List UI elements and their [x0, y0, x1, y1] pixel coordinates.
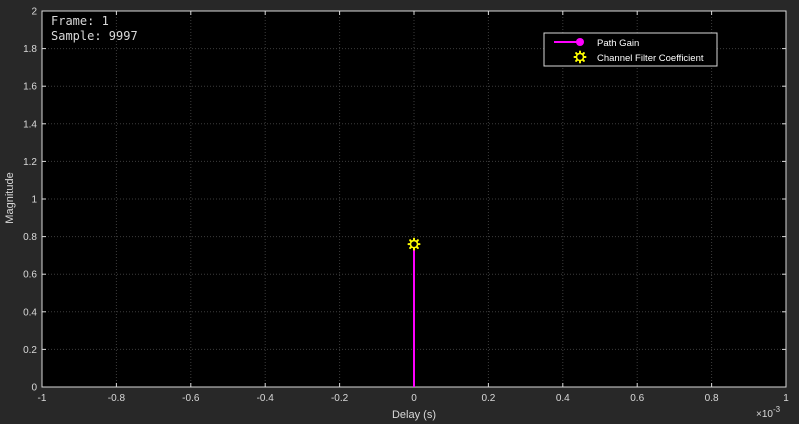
- y-axis-label: Magnitude: [4, 172, 16, 223]
- y-tick-label: 1: [31, 195, 37, 206]
- x-tick-label: 0: [411, 393, 417, 404]
- channel-visualization-figure: -1 -0.8 -0.6 -0.4 -0.2 0 0.2 0.4 0.6 0.8 1 0 0.2 0.4…: [0, 0, 799, 424]
- legend-coefficient-label: Channel Filter Coefficient: [597, 53, 704, 64]
- x-tick-label: -0.2: [331, 393, 349, 404]
- x-axis-exponent-power: -3: [773, 405, 781, 414]
- y-tick-label: 0.8: [23, 232, 37, 243]
- sample-counter: Sample: 9997: [51, 29, 138, 43]
- x-axis-exponent-base: ×10: [756, 409, 773, 420]
- y-tick-label: 1.8: [23, 44, 37, 55]
- x-tick-label: -0.6: [182, 393, 200, 404]
- y-tick-label: 1.4: [23, 119, 37, 130]
- legend-coefficient-marker: [573, 50, 587, 64]
- x-tick-label: -0.8: [108, 393, 126, 404]
- y-tick-label: 1.6: [23, 82, 37, 93]
- y-tick-label: 2: [31, 7, 37, 18]
- coefficient-marker: [407, 237, 421, 251]
- y-tick-label: 0.4: [23, 307, 37, 318]
- x-tick-label: 0.4: [556, 393, 570, 404]
- y-tick-label: 0.2: [23, 345, 37, 356]
- x-tick-label: 1: [783, 393, 789, 404]
- x-tick-label: 0.6: [630, 393, 644, 404]
- legend[interactable]: Path Gain Channel Filter Coefficient: [543, 32, 718, 67]
- x-axis-label: Delay (s): [392, 409, 436, 421]
- sun-core: [575, 52, 585, 62]
- x-tick-label: -0.4: [257, 393, 275, 404]
- x-tick-label: 0.2: [481, 393, 495, 404]
- frame-counter: Frame: 1: [51, 14, 109, 28]
- legend-path-gain-marker: [576, 38, 584, 46]
- x-tick-label: -1: [38, 393, 47, 404]
- y-tick-label: 1.2: [23, 157, 37, 168]
- legend-coefficient-symbol: [573, 50, 587, 64]
- legend-path-gain-label: Path Gain: [597, 38, 639, 49]
- sun-core: [409, 239, 419, 249]
- x-tick-label: 0.8: [705, 393, 719, 404]
- y-tick-label: 0.6: [23, 270, 37, 281]
- y-tick-label: 0: [31, 383, 37, 394]
